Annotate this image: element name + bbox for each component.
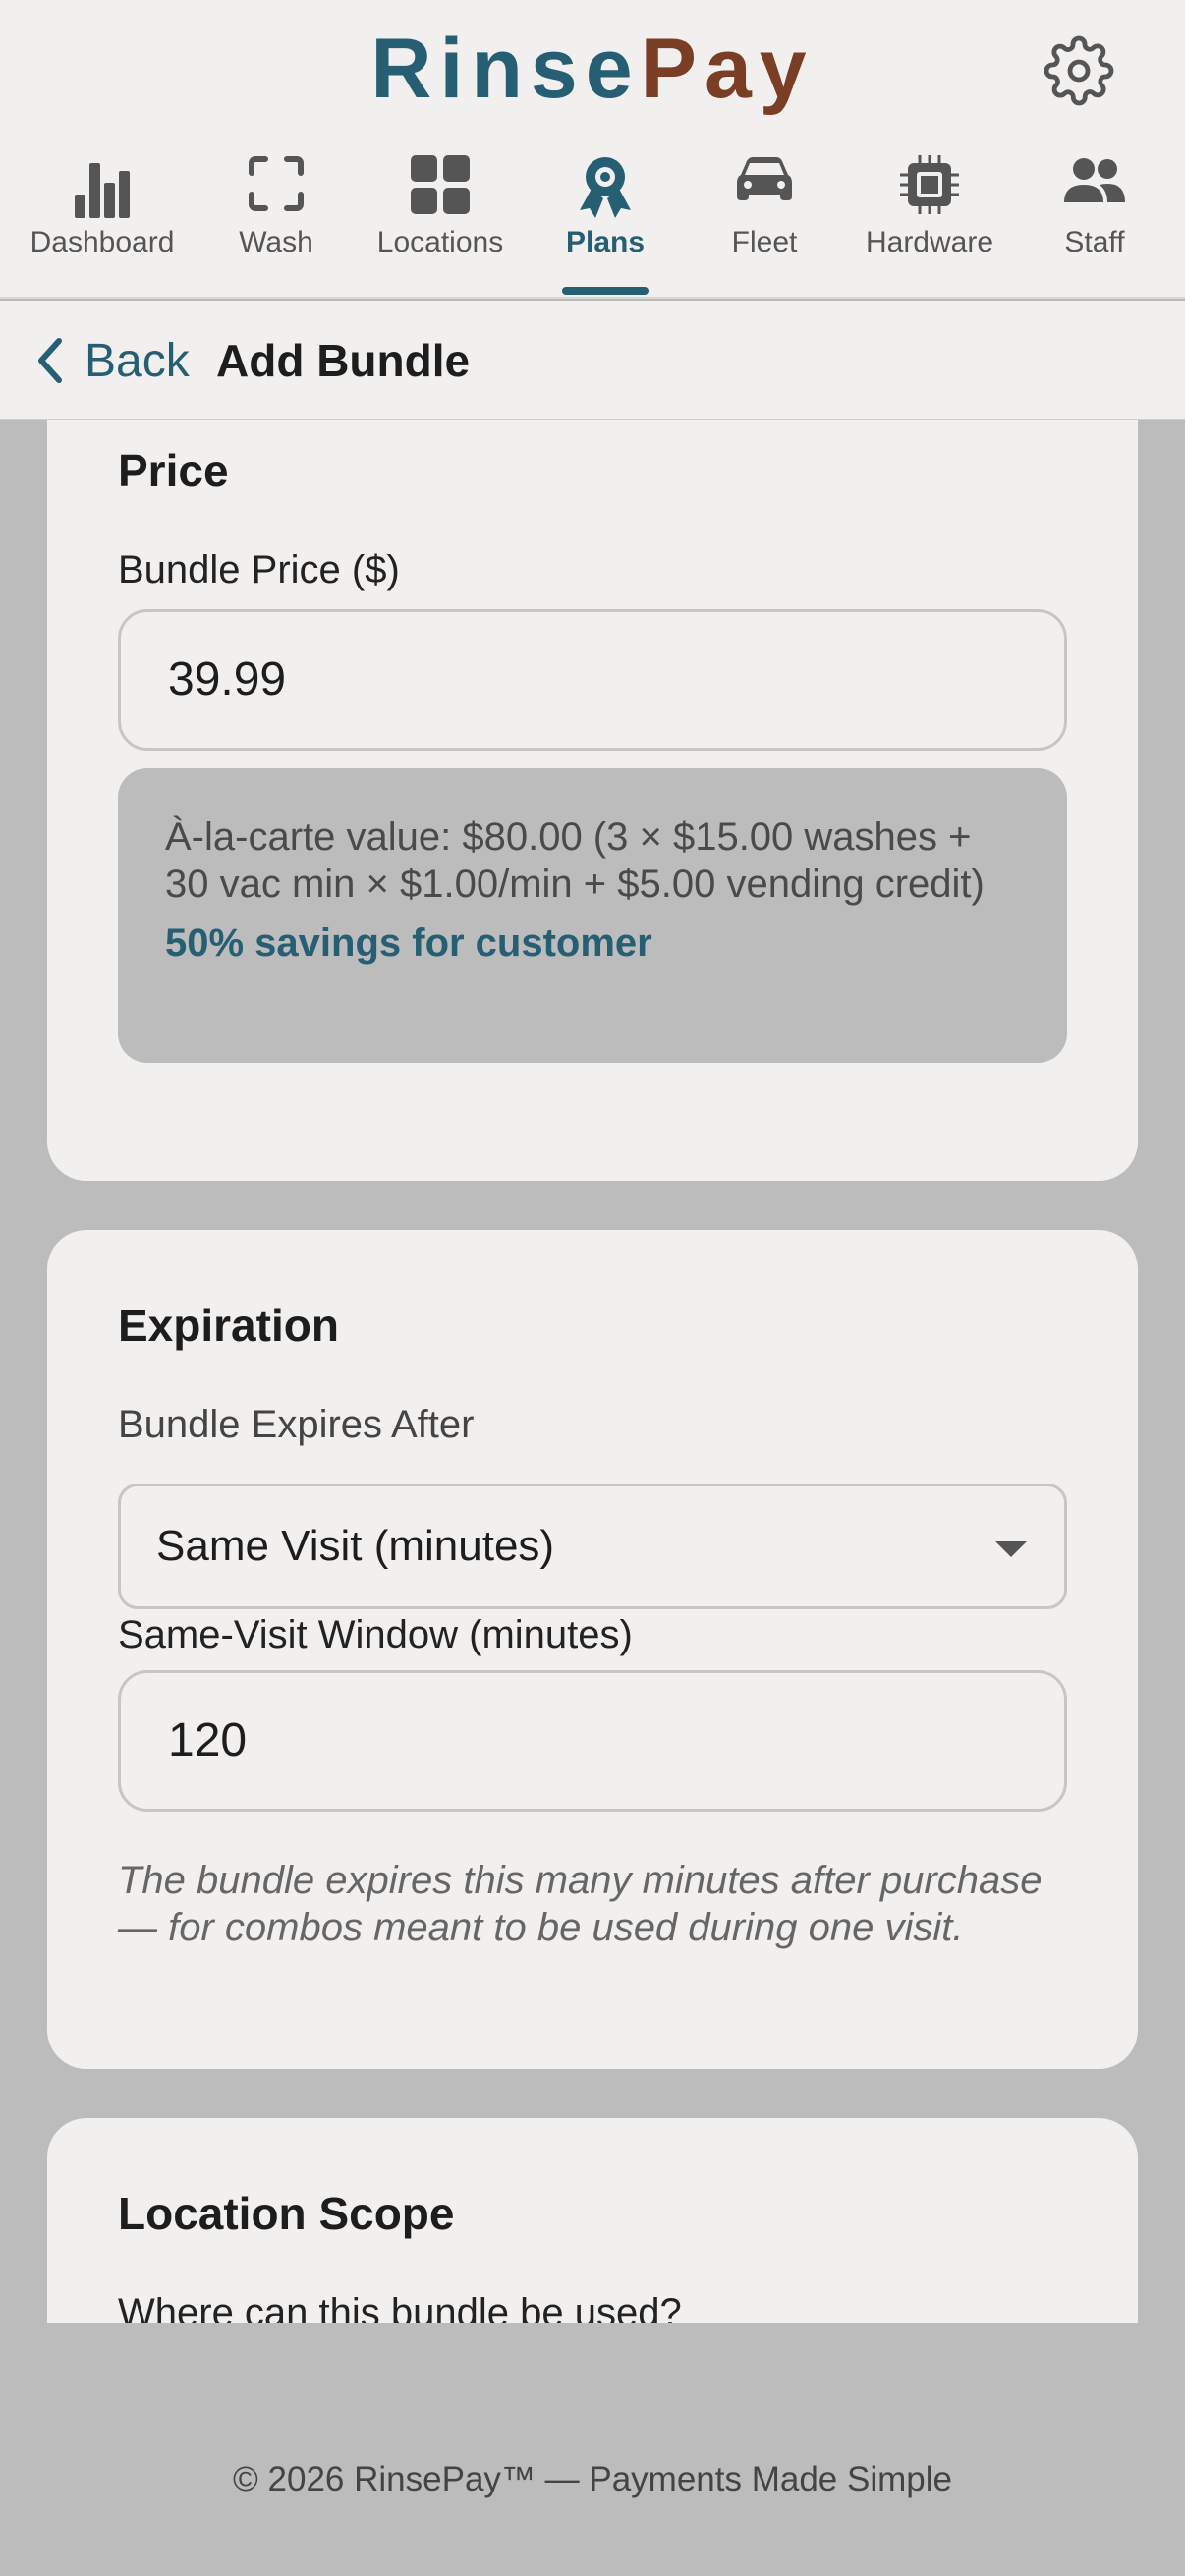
nav-item-dashboard[interactable]: Dashboard: [20, 147, 185, 299]
scan-frame-icon: [249, 156, 304, 211]
nav-item-wash[interactable]: Wash: [194, 147, 359, 299]
main-nav: Dashboard Wash Locations Plans Fleet Har…: [0, 147, 1185, 299]
location-scope-card: Location Scope Where can this bundle be …: [47, 2118, 1138, 2323]
footer-text: © 2026 RinsePay™ — Payments Made Simple: [233, 2460, 952, 2498]
brand-part-1: Rinse: [370, 22, 641, 116]
price-heading: Price: [118, 445, 229, 496]
nav-item-fleet[interactable]: Fleet: [682, 147, 847, 299]
back-label: Back: [85, 334, 190, 387]
car-icon: [737, 157, 792, 200]
expiration-hint: The bundle expires this many minutes aft…: [118, 1859, 1043, 1949]
alacarte-value-text: À-la-carte value: $80.00 (3 × $15.00 was…: [165, 815, 985, 906]
grid-icon: [411, 155, 470, 214]
brand-part-2: Pay: [640, 22, 815, 116]
chevron-left-icon: [38, 338, 62, 383]
expires-after-value: Same Visit (minutes): [156, 1522, 555, 1570]
expires-after-label: Bundle Expires After: [118, 1403, 475, 1446]
active-tab-indicator: [562, 287, 649, 295]
app-logo: RinsePay: [0, 20, 1185, 118]
bar-chart-icon: [75, 163, 130, 218]
expiration-card: Expiration Bundle Expires After Same Vis…: [47, 1230, 1138, 2069]
price-card: Price Bundle Price ($) 39.99 À-la-carte …: [47, 420, 1138, 1181]
expiration-heading: Expiration: [118, 1300, 339, 1351]
same-visit-window-input[interactable]: 120: [118, 1670, 1067, 1812]
chip-icon: [900, 155, 959, 214]
savings-text: 50% savings for customer: [165, 922, 652, 965]
app-header: RinsePay Dashboard Wash Locations Plans …: [0, 0, 1185, 299]
nav-item-staff[interactable]: Staff: [1012, 147, 1177, 299]
alacarte-info-box: À-la-carte value: $80.00 (3 × $15.00 was…: [118, 768, 1067, 1063]
expires-after-select[interactable]: Same Visit (minutes): [118, 1484, 1067, 1609]
nav-item-hardware[interactable]: Hardware: [847, 147, 1012, 299]
location-scope-question: Where can this bundle be used?: [118, 2291, 682, 2323]
nav-item-locations[interactable]: Locations: [358, 147, 523, 299]
page-title: Add Bundle: [216, 335, 471, 386]
form-scroll-area[interactable]: Price Bundle Price ($) 39.99 À-la-carte …: [0, 420, 1185, 2323]
bundle-price-input[interactable]: 39.99: [118, 609, 1067, 751]
location-scope-heading: Location Scope: [118, 2188, 455, 2239]
bundle-price-label: Bundle Price ($): [118, 548, 400, 591]
nav-label-staff: Staff: [1064, 226, 1125, 258]
page-subheader: Back Add Bundle: [0, 301, 1185, 420]
award-ribbon-icon: [580, 157, 631, 218]
users-icon: [1064, 158, 1125, 202]
gear-icon[interactable]: [1044, 35, 1114, 106]
caret-down-icon: [995, 1541, 1027, 1557]
nav-item-plans[interactable]: Plans: [523, 147, 688, 299]
back-button[interactable]: Back: [35, 330, 190, 391]
same-visit-window-label: Same-Visit Window (minutes): [118, 1613, 633, 1656]
